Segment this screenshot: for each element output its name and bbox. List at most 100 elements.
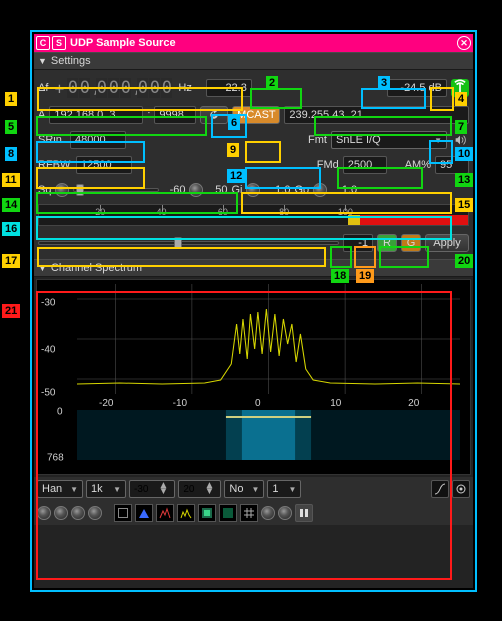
knob-3[interactable] (71, 506, 85, 520)
window-frame: C S UDP Sample Source ✕ ▼ Settings Δf + … (30, 30, 477, 592)
spectrum-plot[interactable]: -30 -40 -50 -20 -10 0 10 20 0 768 (36, 279, 471, 475)
channel-power: -24.5 dB (387, 79, 447, 97)
sq-knob-2[interactable] (189, 183, 203, 197)
threshold-value: -1 (343, 234, 373, 252)
go-knob[interactable] (313, 183, 327, 197)
port-input[interactable]: 9998 (154, 106, 196, 124)
settings-header[interactable]: ▼ Settings (34, 52, 473, 70)
range-spinner[interactable]: 20▲▼ (178, 480, 221, 498)
annotation-num-21: 21 (2, 304, 20, 318)
annotation-num-1: 1 (5, 92, 17, 106)
freq-digit[interactable]: 0 (67, 78, 78, 98)
threshold-slider[interactable] (38, 241, 339, 245)
address-input[interactable]: 192.168.0 .3 (49, 106, 143, 124)
port-sep: : (147, 109, 150, 121)
waterfall[interactable] (77, 410, 460, 460)
wf-tick: 768 (47, 453, 64, 464)
rf-power: -22.3 (206, 79, 252, 97)
go-label: Go (294, 184, 309, 196)
display-mode-2[interactable] (135, 504, 153, 522)
stream-icon[interactable]: S (52, 36, 66, 50)
freq-digit[interactable]: 0 (120, 78, 131, 98)
ref-value: -30 (130, 484, 152, 495)
knob-6[interactable] (278, 506, 292, 520)
pause-icon[interactable] (295, 504, 313, 522)
fmd-input[interactable]: 2500 (343, 156, 387, 174)
display-mode-4[interactable] (177, 504, 195, 522)
rfbw-input[interactable]: 12500 (76, 156, 132, 174)
gi-knob[interactable] (246, 183, 260, 197)
settings-body: Δf + 0 0 , 0 0 0 , 0 0 0 Hz -22.3 (34, 70, 473, 259)
level-scale[interactable]: 20406080100 (38, 204, 469, 226)
freq-digit[interactable]: 0 (108, 78, 119, 98)
x-tick: 0 (255, 398, 261, 409)
x-tick: -20 (99, 398, 113, 409)
format-value: SnLE I/Q (336, 134, 381, 146)
x-tick: 20 (408, 398, 419, 409)
annotation-num-11: 11 (2, 173, 20, 187)
freq-digit[interactable]: 0 (96, 78, 107, 98)
freq-digit[interactable]: 0 (161, 78, 172, 98)
target-icon[interactable] (452, 480, 470, 498)
sq-max: 50 (207, 184, 227, 196)
freq-unit: Hz (178, 82, 191, 94)
avg-n-select[interactable]: 1▼ (267, 480, 301, 498)
srin-label: SRin (38, 134, 66, 146)
sq-knob[interactable] (55, 183, 69, 197)
frequency-dial[interactable]: + 0 0 , 0 0 0 , 0 0 0 (52, 78, 172, 98)
x-tick: -10 (173, 398, 187, 409)
sq-min: -60 (163, 184, 185, 196)
spectrum-header[interactable]: ▼ Channel Spectrum (34, 259, 473, 277)
window: C S UDP Sample Source ✕ ▼ Settings Δf + … (34, 34, 473, 588)
r-button[interactable]: R (377, 234, 397, 252)
fmt-label: Fmt (308, 134, 327, 146)
refresh-button[interactable] (200, 106, 228, 124)
curve-icon[interactable] (431, 480, 449, 498)
amp-label: AM% (405, 159, 431, 171)
avg-select[interactable]: No▼ (224, 480, 264, 498)
mcast-button[interactable]: MCAST (232, 106, 280, 124)
settings-label: Settings (51, 55, 91, 67)
annotation-num-17: 17 (2, 254, 20, 268)
freq-digit[interactable]: 0 (137, 78, 148, 98)
window-fn-select[interactable]: Han▼ (37, 480, 83, 498)
close-icon[interactable]: ✕ (457, 36, 471, 50)
range-value: 20 (179, 484, 198, 495)
ref-level-spinner[interactable]: -30▲▼ (129, 480, 175, 498)
freq-digit[interactable]: 0 (79, 78, 90, 98)
fft-value: 1k (91, 483, 103, 495)
freq-digit[interactable]: 0 (149, 78, 160, 98)
fft-size-select[interactable]: 1k▼ (86, 480, 126, 498)
display-mode-1[interactable] (114, 504, 132, 522)
antenna-icon[interactable] (451, 79, 469, 97)
y-tick: -30 (41, 298, 55, 309)
srin-input[interactable]: 48000 (70, 131, 126, 149)
channel-icon[interactable]: C (36, 36, 50, 50)
display-mode-5[interactable] (198, 504, 216, 522)
format-select[interactable]: SnLE I/Q ▼ (331, 131, 447, 149)
annotation-num-14: 14 (2, 198, 20, 212)
grid-icon[interactable] (240, 504, 258, 522)
annotation-num-16: 16 (2, 222, 20, 236)
window-fn-value: Han (42, 483, 62, 495)
addr-label: A (38, 109, 45, 121)
freq-sign[interactable]: + (52, 79, 66, 98)
knob-1[interactable] (37, 506, 51, 520)
display-mode-6[interactable] (219, 504, 237, 522)
knob-5[interactable] (261, 506, 275, 520)
collapse-icon: ▼ (38, 56, 47, 66)
g-button[interactable]: G (401, 234, 421, 252)
annotation-num-5: 5 (5, 120, 17, 134)
sq-slider[interactable] (73, 188, 159, 192)
go-value: 1.0 (331, 184, 357, 196)
amp-input[interactable]: 95 (435, 156, 469, 174)
apply-button[interactable]: Apply (425, 234, 469, 252)
speaker-icon[interactable] (451, 131, 469, 149)
titlebar[interactable]: C S UDP Sample Source ✕ (34, 34, 473, 52)
y-tick: -40 (41, 344, 55, 355)
knob-4[interactable] (88, 506, 102, 520)
annotation-num-8: 8 (5, 147, 17, 161)
mcast-address-input[interactable]: 239.255.43 .21 (284, 106, 469, 124)
display-mode-3[interactable] (156, 504, 174, 522)
knob-2[interactable] (54, 506, 68, 520)
